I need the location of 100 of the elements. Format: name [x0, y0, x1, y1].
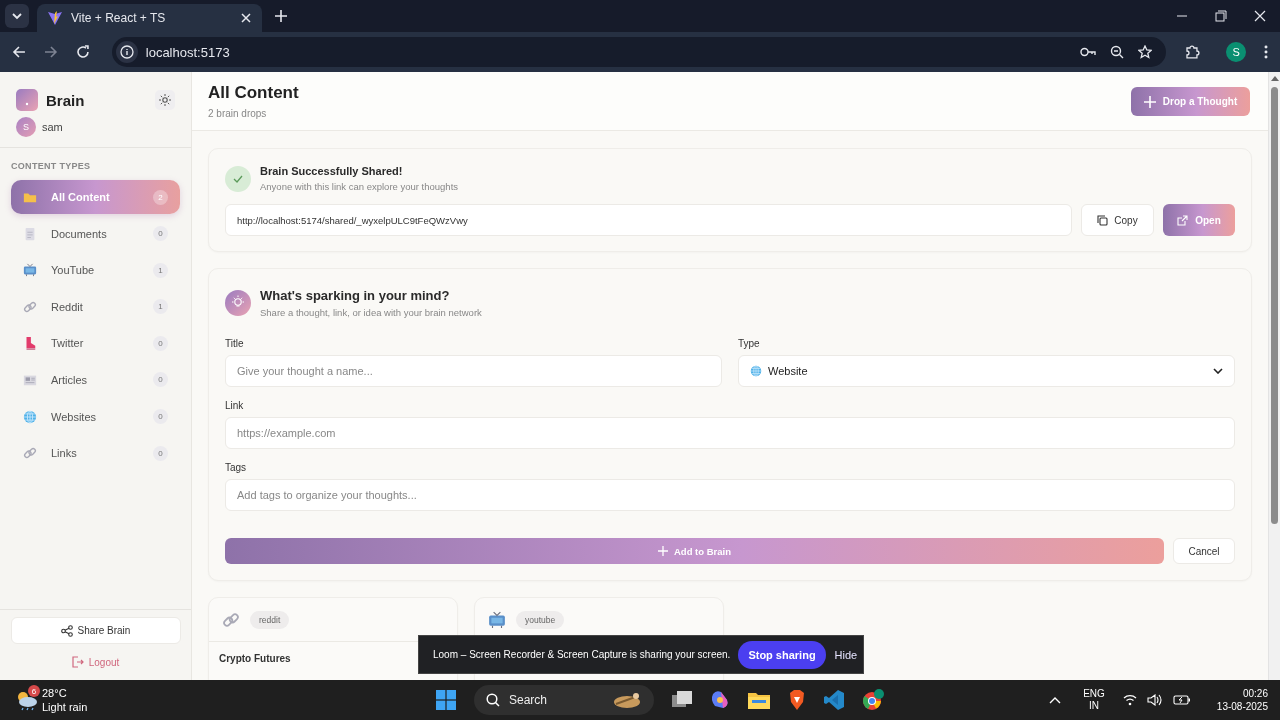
field-label: Title [225, 338, 245, 349]
code-editor-icon[interactable] [824, 690, 844, 710]
notification-badge: 6 [28, 685, 40, 697]
task-view-icon[interactable] [672, 691, 692, 709]
input-field[interactable]: https://example.com [225, 417, 1235, 449]
sidebar-item[interactable]: Documents 0 [11, 216, 180, 251]
page-title: All Content [208, 83, 300, 103]
weather-condition: Light rain [42, 700, 88, 714]
form-title: What's sparking in your mind? [260, 288, 451, 303]
chevron-down-icon [1213, 368, 1223, 374]
tab-title: Vite + React + TS [71, 11, 167, 25]
profile-avatar[interactable]: S [1226, 42, 1246, 62]
key-icon[interactable] [1080, 46, 1097, 58]
forward-icon[interactable] [43, 45, 58, 59]
app-name: Brain [46, 91, 85, 109]
star-icon[interactable] [1138, 45, 1153, 59]
chevron-up-icon[interactable] [1049, 696, 1062, 704]
input-field[interactable]: Add tags to organize your thoughts... [225, 479, 1235, 511]
share-brain-button[interactable]: Share Brain [10, 617, 181, 644]
cancel-button[interactable]: Cancel [1173, 538, 1235, 564]
copy-icon [1097, 214, 1109, 226]
panel-title: Brain Successfully Shared! [260, 165, 404, 177]
count-badge: 0 [153, 226, 168, 242]
lightbulb-icon [225, 290, 251, 316]
tv-icon [23, 263, 37, 278]
logout-icon [71, 656, 84, 668]
user-avatar: S [16, 117, 36, 137]
section-label: CONTENT TYPES [10, 160, 92, 173]
sidebar-item[interactable]: Websites 0 [11, 399, 180, 434]
field-label: Tags [225, 462, 248, 473]
browser-icon[interactable] [862, 689, 884, 711]
username: sam [42, 121, 63, 133]
sidebar-item[interactable]: Articles 0 [11, 362, 180, 397]
plus-icon [1143, 95, 1156, 108]
plus-icon [658, 546, 668, 556]
sidebar-item[interactable]: Reddit 1 [11, 289, 180, 324]
address-bar[interactable]: localhost:5173 [111, 37, 1167, 67]
extensions-icon[interactable] [1184, 44, 1201, 60]
stop-sharing-button[interactable]: Stop sharing [738, 640, 826, 669]
tag: youtube [516, 610, 565, 629]
count-badge: 1 [153, 262, 168, 278]
link-icon [222, 610, 240, 629]
tag: reddit [250, 610, 290, 629]
sidebar-item[interactable]: YouTube 1 [11, 253, 180, 288]
close-icon[interactable] [1254, 10, 1266, 22]
copilot-icon[interactable] [710, 690, 730, 710]
type-dropdown[interactable]: Website [738, 355, 1235, 387]
brain-logo-icon [16, 89, 38, 111]
count-badge: 0 [153, 335, 168, 351]
zoom-out-icon[interactable] [1110, 45, 1125, 59]
count-badge: 1 [153, 299, 168, 315]
external-link-icon [1177, 214, 1189, 226]
item-count: 2 brain drops [208, 108, 268, 119]
search-icon [486, 693, 500, 707]
count-badge: 2 [153, 189, 168, 205]
browser-tab[interactable]: Vite + React + TS [37, 4, 262, 32]
count-badge: 0 [153, 372, 168, 388]
globe-icon [750, 365, 762, 377]
link-icon [23, 299, 37, 314]
tab-search-icon[interactable] [5, 4, 29, 28]
share-link-field[interactable]: http://localhost:5174/shared/_wyxelpULC9tFeQWzVwy [225, 204, 1072, 236]
back-icon[interactable] [12, 45, 26, 59]
new-tab-icon[interactable] [274, 9, 288, 23]
lion-shield-icon[interactable] [788, 690, 806, 710]
share-icon [60, 624, 73, 637]
check-icon [225, 165, 251, 192]
taskbar-search-field[interactable]: Search [474, 685, 654, 715]
speaker-icon[interactable] [1146, 694, 1163, 706]
restore-icon[interactable] [1215, 10, 1227, 22]
document-icon [23, 226, 37, 241]
scrollbar[interactable] [1268, 72, 1280, 680]
windows-start-icon[interactable] [436, 690, 456, 710]
wifi-icon[interactable] [1122, 694, 1137, 706]
globe-icon [23, 409, 37, 424]
vite-logo-icon [47, 10, 63, 26]
field-label: Type [738, 338, 761, 349]
battery-icon[interactable] [1172, 694, 1191, 706]
form-subtitle: Share a thought, link, or idea with your brain network [260, 307, 482, 318]
more-menu-icon[interactable] [1264, 45, 1268, 59]
link-icon [23, 446, 37, 461]
copy-button[interactable]: Copy [1081, 204, 1154, 236]
sidebar-item[interactable]: Twitter 0 [11, 326, 180, 361]
clock[interactable]: 00:26 13-08-2025 [1216, 687, 1268, 713]
sharing-message: Loom – Screen Recorder & Screen Capture is sharing your screen. [433, 649, 731, 660]
input-field[interactable]: Give your thought a name... [225, 355, 722, 387]
temperature: 28°C [42, 686, 68, 700]
field-label: Link [225, 400, 245, 411]
language-indicator[interactable]: ENG IN [1083, 688, 1105, 712]
panel-subtitle: Anyone with this link can explore your thoughts [260, 181, 459, 192]
count-badge: 0 [153, 409, 168, 425]
info-icon[interactable] [115, 41, 138, 63]
tv-icon [488, 610, 506, 629]
theme-toggle[interactable] [155, 90, 175, 110]
folder-icon[interactable] [748, 691, 770, 709]
count-badge: 0 [153, 445, 168, 461]
card-title: Crypto Futures [219, 653, 291, 664]
reload-icon[interactable] [75, 45, 90, 59]
sun-icon [159, 94, 171, 106]
close-icon[interactable] [240, 12, 252, 24]
sidebar-item[interactable]: Links 0 [11, 436, 180, 471]
